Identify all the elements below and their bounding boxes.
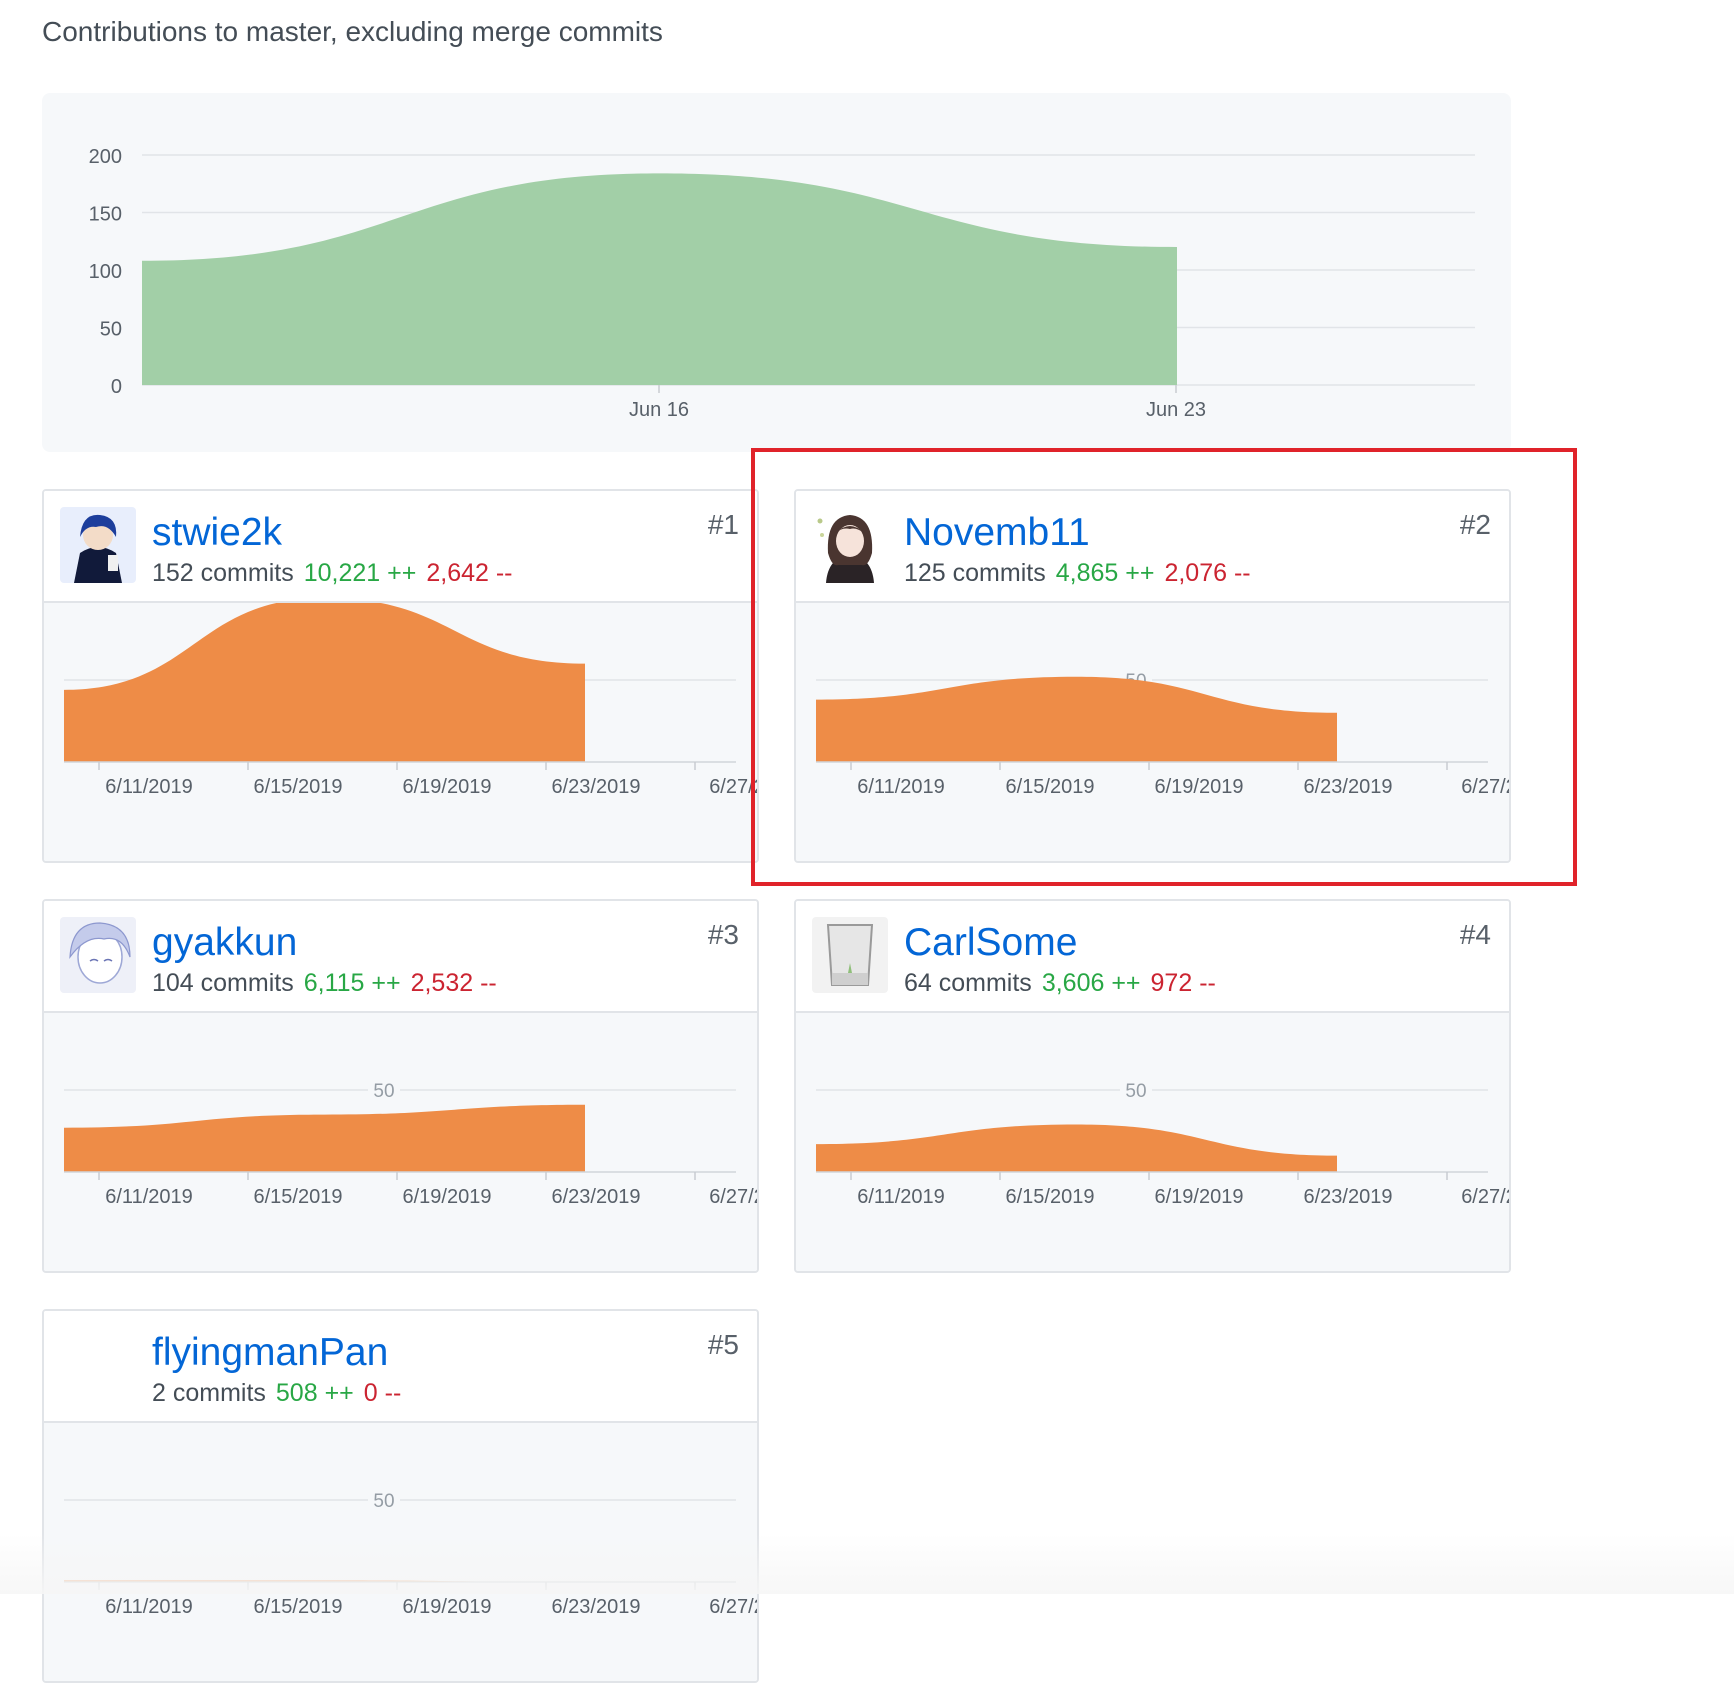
- chart-y-tick: 50: [373, 1081, 394, 1102]
- contributor-card: gyakkun #3 104 commits 6,115 ++ 2,532 -- 50 6/…: [42, 899, 759, 1273]
- overview-x-tick: Jun 16: [629, 399, 689, 421]
- contributor-login-link[interactable]: flyingmanPan: [152, 1331, 388, 1375]
- contributor-card-header: stwie2k #1 152 commits 10,221 ++ 2,642 --: [44, 491, 757, 603]
- deletions-count: 2,532 --: [410, 969, 497, 997]
- contributor-area: [816, 1124, 1337, 1172]
- chart-y-tick: 50: [373, 1491, 394, 1512]
- chart-x-tick: 6/23/2019: [1304, 776, 1393, 798]
- subtitle: Contributions to master, excluding merge…: [42, 16, 663, 47]
- chart-x-tick: 6/27/2: [1461, 1186, 1511, 1208]
- chart-x-tick: 6/15/2019: [1006, 1186, 1095, 1208]
- chart-x-tick: 6/15/2019: [1006, 776, 1095, 798]
- commits-link[interactable]: 104 commits: [152, 969, 294, 997]
- contributor-card-header: CarlSome #4 64 commits 3,606 ++ 972 --: [796, 901, 1509, 1013]
- chart-x-tick: 6/11/2019: [857, 776, 945, 798]
- contributor-area: [64, 603, 585, 762]
- additions-count: 3,606 ++: [1041, 969, 1141, 997]
- avatar-dark-haired-girl-icon[interactable]: [812, 507, 888, 583]
- chart-x-tick: 6/11/2019: [857, 1186, 945, 1208]
- overview-chart-svg: 200 150 100 50 0 Jun 16 Jun 23: [89, 146, 1475, 421]
- contributor-chart-svg: 506/11/20196/15/20196/19/20196/23/20196/…: [816, 668, 1511, 798]
- overview-y-tick: 50: [100, 319, 122, 341]
- chart-x-tick: 6/27/2: [1461, 776, 1511, 798]
- contributor-rank: #5: [707, 1329, 739, 1360]
- contributor-area: [64, 1104, 585, 1172]
- chart-x-tick: 6/19/2019: [403, 1186, 492, 1208]
- additions-count: 508 ++: [275, 1379, 354, 1407]
- chart-x-tick: 6/19/2019: [403, 1596, 492, 1618]
- chart-x-tick: 6/27/2: [709, 1186, 759, 1208]
- deletions-count: 2,642 --: [426, 559, 513, 587]
- deletions-count: 2,076 --: [1164, 559, 1251, 587]
- chart-x-tick: 6/27/2: [709, 776, 759, 798]
- contributor-card-header: gyakkun #3 104 commits 6,115 ++ 2,532 --: [44, 901, 757, 1013]
- contributor-stats: 64 commits 3,606 ++ 972 --: [904, 969, 1216, 998]
- contributor-area: [816, 676, 1337, 762]
- contributor-chart: 50 6/11/2019 6/15/2019 6/19/2019 6/23/2019 6/…: [796, 1013, 1509, 1271]
- additions-count: 4,865 ++: [1055, 559, 1155, 587]
- contributor-card: Novemb11#2125 commits4,865 ++2,076 --506…: [794, 489, 1511, 863]
- chart-x-tick: 6/11/2019: [105, 1596, 193, 1618]
- contributor-chart: 50 6/11/2019 6/15/2019 6/19/2019 6/23/2019 6/…: [44, 1423, 757, 1681]
- overview-y-tick: 200: [89, 146, 122, 168]
- overview-area: [142, 173, 1177, 385]
- chart-x-tick: 6/19/2019: [1155, 776, 1244, 798]
- contributor-stats: 125 commits 4,865 ++ 2,076 --: [904, 559, 1251, 588]
- chart-x-tick: 6/23/2019: [552, 776, 641, 798]
- contributor-card: flyingmanPan #5 2 commits 508 ++ 0 -- 50 6/11/…: [42, 1309, 759, 1683]
- avatar-sketch-portrait-icon[interactable]: [60, 917, 136, 993]
- contributor-stats: 2 commits 508 ++ 0 --: [152, 1379, 401, 1408]
- commits-link[interactable]: 152 commits: [152, 559, 294, 587]
- commits-link[interactable]: 125 commits: [904, 559, 1046, 587]
- chart-x-tick: 6/23/2019: [552, 1186, 641, 1208]
- chart-x-tick: 6/23/2019: [552, 1596, 641, 1618]
- chart-x-tick: 6/27/2: [709, 1596, 759, 1618]
- overview-y-tick: 0: [111, 376, 122, 398]
- contributor-card: CarlSome #4 64 commits 3,606 ++ 972 -- 50 6/11…: [794, 899, 1511, 1273]
- overview-chart: 200 150 100 50 0 Jun 16 Jun 23: [42, 93, 1511, 452]
- contributor-card-header: flyingmanPan #5 2 commits 508 ++ 0 --: [44, 1311, 757, 1423]
- additions-count: 6,115 ++: [303, 969, 401, 997]
- avatar-blue-haired-figure-icon[interactable]: [60, 507, 136, 583]
- chart-x-tick: 6/19/2019: [1155, 1186, 1244, 1208]
- contributor-card: stwie2k #1 152 commits 10,221 ++ 2,642 -- 6/1…: [42, 489, 759, 863]
- chart-x-tick: 6/23/2019: [1304, 1186, 1393, 1208]
- contributor-rank: #4: [1459, 919, 1491, 950]
- contributor-chart-svg: 50 6/11/2019 6/15/2019 6/19/2019 6/23/2019 6/…: [64, 1488, 759, 1618]
- chart-x-tick: 6/15/2019: [254, 776, 343, 798]
- overview-y-tick: 150: [89, 204, 122, 226]
- contributor-stats: 152 commits 10,221 ++ 2,642 --: [152, 559, 513, 588]
- contributor-chart: 506/11/20196/15/20196/19/20196/23/20196/…: [796, 603, 1509, 861]
- commits-link[interactable]: 2 commits: [152, 1379, 266, 1407]
- contributor-chart-svg: 6/11/2019 6/15/2019 6/19/2019 6/23/2019 6/27…: [64, 603, 759, 798]
- avatar-blank-icon[interactable]: [60, 1327, 136, 1403]
- contributor-login-link[interactable]: Novemb11: [904, 511, 1090, 555]
- chart-x-tick: 6/11/2019: [105, 1186, 193, 1208]
- contributor-rank: #2: [1459, 509, 1491, 540]
- contributor-rank: #1: [707, 509, 739, 540]
- chart-x-tick: 6/15/2019: [254, 1186, 343, 1208]
- contributor-rank: #3: [707, 919, 739, 950]
- contributor-login-link[interactable]: stwie2k: [152, 511, 282, 555]
- contributor-chart-svg: 50 6/11/2019 6/15/2019 6/19/2019 6/23/2019 6/…: [64, 1078, 759, 1208]
- chart-x-tick: 6/11/2019: [105, 776, 193, 798]
- contributor-card-header: Novemb11 #2 125 commits 4,865 ++ 2,076 --: [796, 491, 1509, 603]
- overview-x-tick: Jun 23: [1146, 399, 1206, 421]
- contributor-login-link[interactable]: CarlSome: [904, 921, 1077, 965]
- chart-x-tick: 6/19/2019: [403, 776, 492, 798]
- contributor-login-link[interactable]: gyakkun: [152, 921, 297, 965]
- deletions-count: 972 --: [1150, 969, 1216, 997]
- additions-count: 10,221 ++: [303, 559, 417, 587]
- overview-y-tick: 100: [89, 261, 122, 283]
- avatar-glass-icon[interactable]: [812, 917, 888, 993]
- chart-y-tick: 50: [1125, 1081, 1146, 1102]
- deletions-count: 0 --: [363, 1379, 402, 1407]
- contributor-chart-svg: 50 6/11/2019 6/15/2019 6/19/2019 6/23/2019 6/…: [816, 1078, 1511, 1208]
- contributor-chart: 6/11/2019 6/15/2019 6/19/2019 6/23/2019 6/27…: [44, 603, 757, 861]
- commits-link[interactable]: 64 commits: [904, 969, 1032, 997]
- contributor-chart: 50 6/11/2019 6/15/2019 6/19/2019 6/23/2019 6/…: [44, 1013, 757, 1271]
- chart-x-tick: 6/15/2019: [254, 1596, 343, 1618]
- contributor-stats: 104 commits 6,115 ++ 2,532 --: [152, 969, 497, 998]
